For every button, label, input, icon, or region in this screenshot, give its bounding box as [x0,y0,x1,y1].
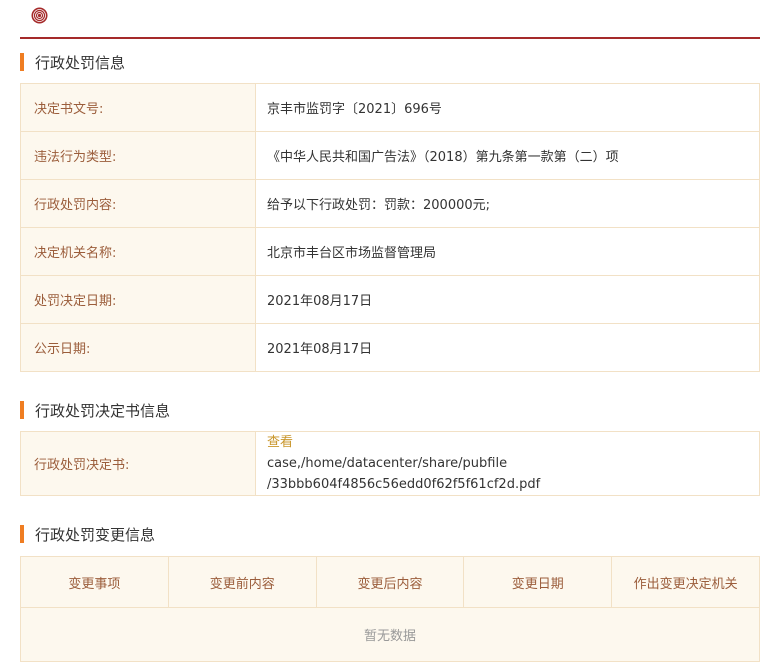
section-title-text: 行政处罚变更信息 [35,525,156,544]
document-path-line-2: /33bbb604f4856c56edd0f62f5f61cf2d.pdf [267,477,541,492]
accent-bar [20,401,24,419]
table-header-row: 变更事项 变更前内容 变更后内容 变更日期 作出变更决定机关 [20,556,760,608]
label-decision-authority: 决定机关名称: [20,227,256,276]
section-title-text: 行政处罚信息 [35,53,126,72]
section-title-decision-doc: 行政处罚决定书信息 [20,400,170,420]
accent-bar [20,525,24,543]
section-title-text: 行政处罚决定书信息 [35,401,171,420]
value-decision-date: 2021年08月17日 [255,275,760,324]
label-decision-date: 处罚决定日期: [20,275,256,324]
penalty-info-table: 决定书文号: 京丰市监罚字〔2021〕696号 违法行为类型: 《中华人民共和国… [20,83,760,372]
seal-logo-icon [31,7,48,24]
table-row: 决定书文号: 京丰市监罚字〔2021〕696号 [20,83,760,132]
value-decision-authority: 北京市丰台区市场监督管理局 [255,227,760,276]
header-divider [20,37,760,39]
value-penalty-content: 给予以下行政处罚：罚款：200000元; [255,179,760,228]
section-title-penalty-info: 行政处罚信息 [20,52,125,72]
label-penalty-content: 行政处罚内容: [20,179,256,228]
column-header-change-authority: 作出变更决定机关 [611,556,760,608]
table-row: 违法行为类型: 《中华人民共和国广告法》（2018）第九条第一款第（二）项 [20,131,760,180]
column-header-before-content: 变更前内容 [167,556,317,608]
document-path-line-1: case,/home/datacenter/share/pubfile [267,456,508,471]
column-header-change-date: 变更日期 [463,556,613,608]
section-title-penalty-changes: 行政处罚变更信息 [20,524,155,544]
empty-state-text: 暂无数据 [20,607,760,662]
label-violation-type: 违法行为类型: [20,131,256,180]
accent-bar [20,53,24,71]
label-decision-number: 决定书文号: [20,83,256,132]
table-row: 行政处罚决定书: 查看 case,/home/datacenter/share/… [20,431,760,496]
value-publish-date: 2021年08月17日 [255,323,760,372]
value-decision-number: 京丰市监罚字〔2021〕696号 [255,83,760,132]
value-decision-doc: 查看 case,/home/datacenter/share/pubfile /… [255,431,760,496]
label-publish-date: 公示日期: [20,323,256,372]
view-document-link[interactable]: 查看 [267,432,759,453]
penalty-changes-table: 变更事项 变更前内容 变更后内容 变更日期 作出变更决定机关 暂无数据 [20,556,760,662]
decision-doc-table: 行政处罚决定书: 查看 case,/home/datacenter/share/… [20,431,760,496]
column-header-after-content: 变更后内容 [315,556,465,608]
table-row: 处罚决定日期: 2021年08月17日 [20,275,760,324]
label-decision-doc: 行政处罚决定书: [20,431,256,496]
table-row: 决定机关名称: 北京市丰台区市场监督管理局 [20,227,760,276]
table-row: 行政处罚内容: 给予以下行政处罚：罚款：200000元; [20,179,760,228]
table-row: 暂无数据 [20,607,760,662]
column-header-change-item: 变更事项 [20,556,169,608]
value-violation-type: 《中华人民共和国广告法》（2018）第九条第一款第（二）项 [255,131,760,180]
table-row: 公示日期: 2021年08月17日 [20,323,760,372]
